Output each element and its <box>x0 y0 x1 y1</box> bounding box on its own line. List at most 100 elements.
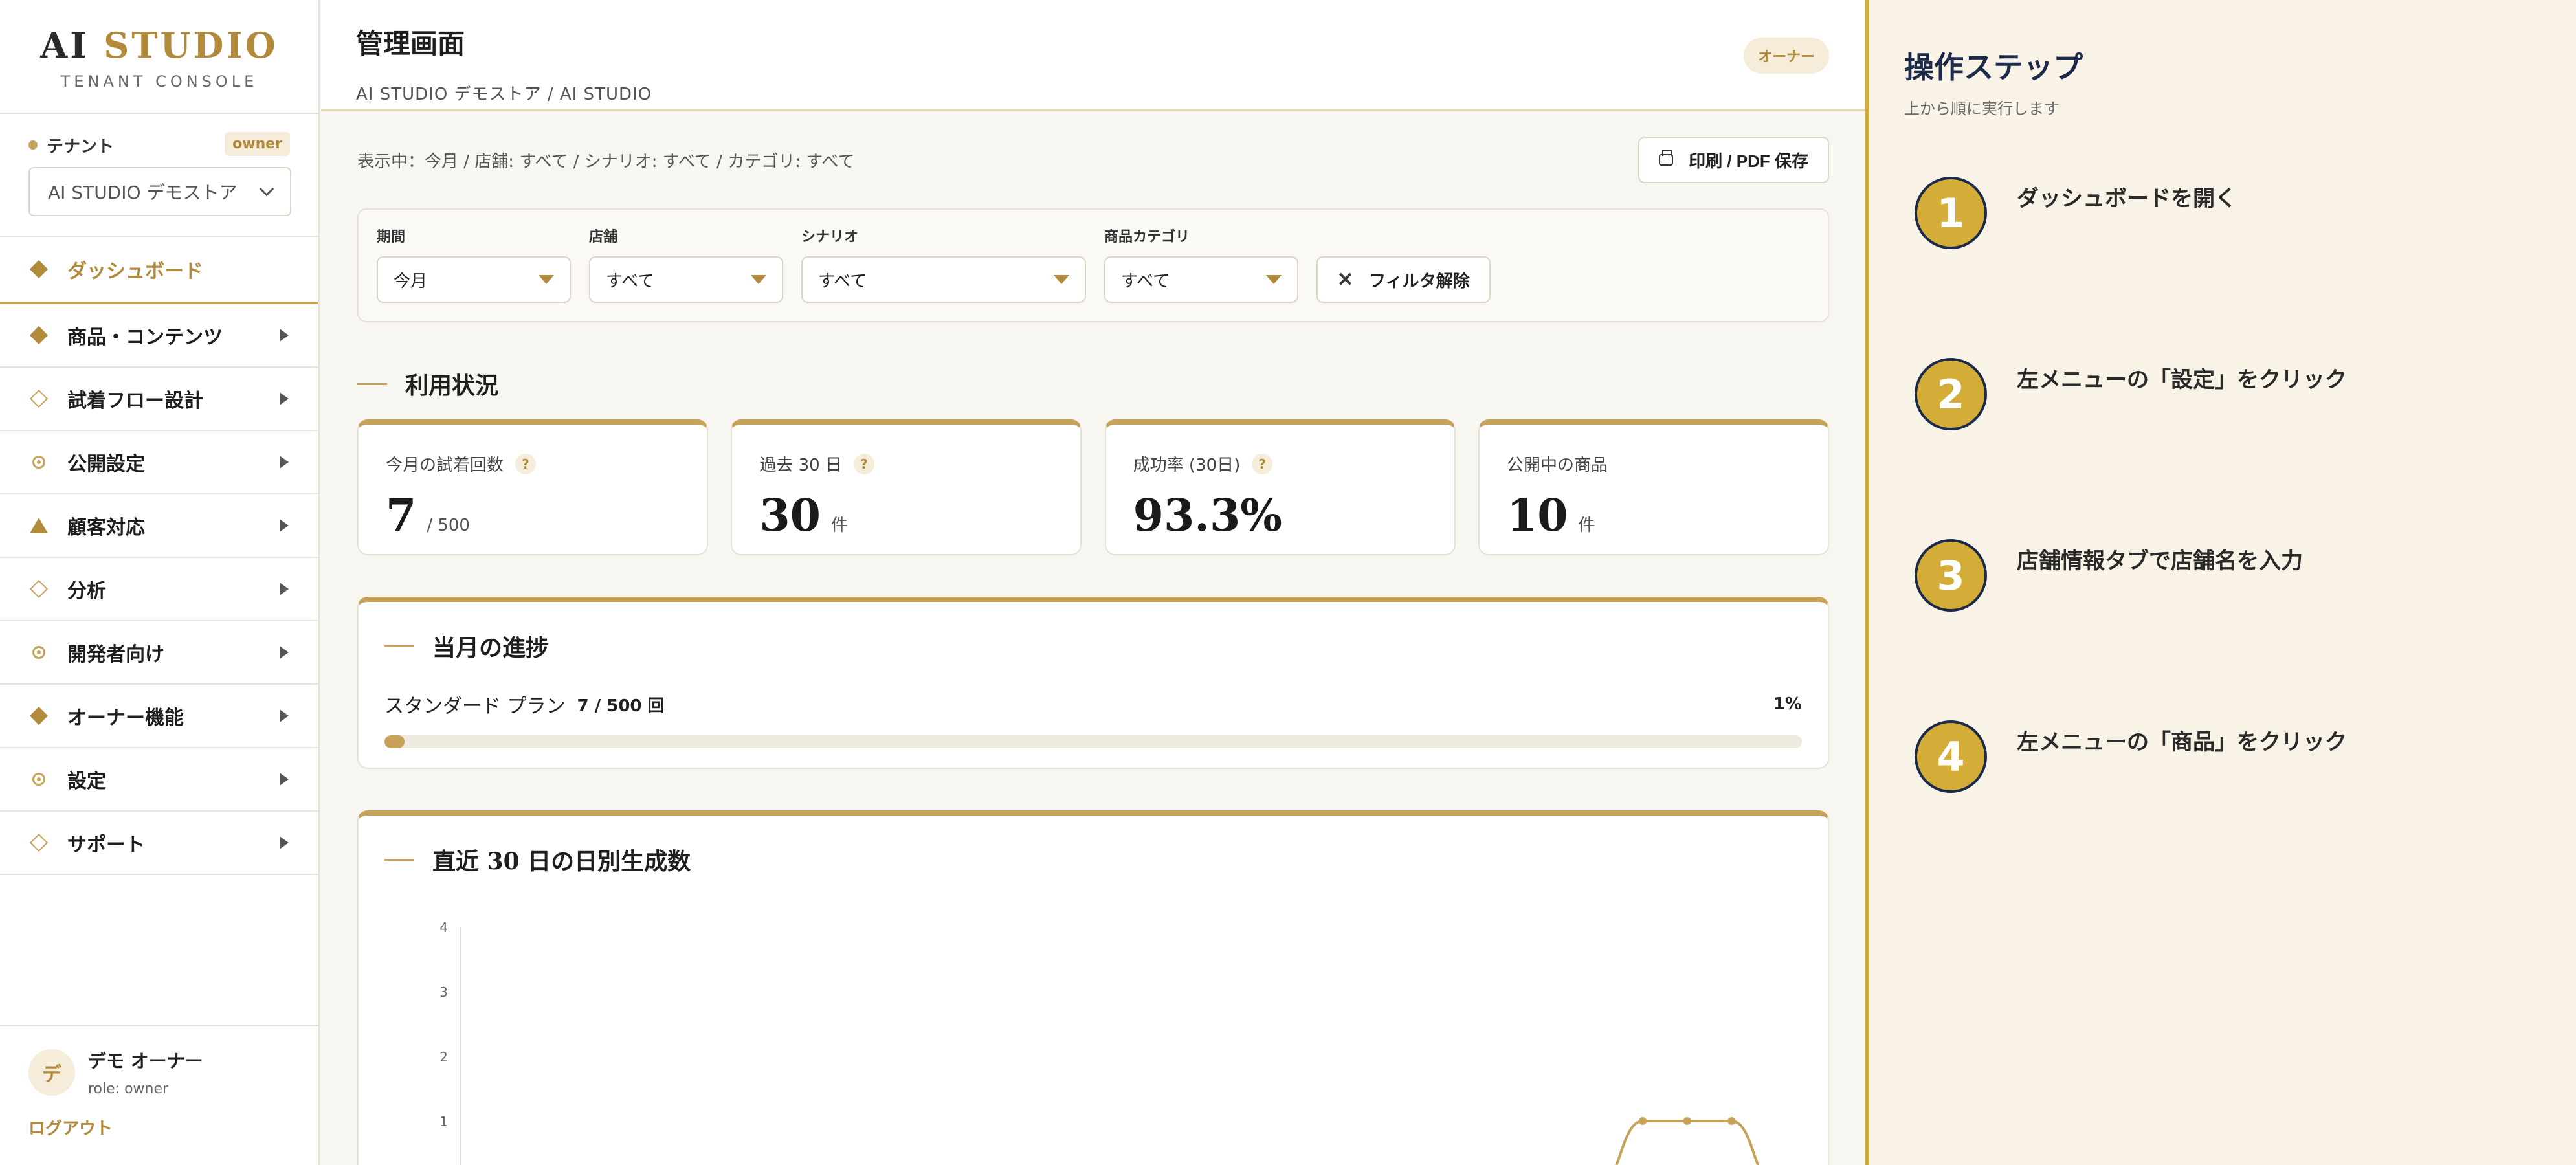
usage-section-header: 利用状況 <box>357 348 1829 419</box>
sidebar-item-4[interactable]: 顧客対応 <box>0 494 318 558</box>
stat-value-row: 30 件 <box>759 490 1053 542</box>
scenario-select-value: すべて <box>818 271 867 291</box>
section-divider <box>384 645 414 647</box>
sidebar-item-label: 公開設定 <box>67 453 145 476</box>
sidebar-item-2[interactable]: 試着フロー設計 <box>0 368 318 431</box>
sidebar-item-7[interactable]: オーナー機能 <box>0 685 318 748</box>
sidebar-item-5[interactable]: 分析 <box>0 558 318 621</box>
sidebar-item-0[interactable]: ダッシュボード <box>0 237 318 304</box>
user-block: デ デモ オーナー role: owner ログアウト <box>0 1025 320 1165</box>
step-text: 店舗情報タブで店舗名を入力 <box>2017 548 2303 574</box>
stat-label: 今月の試着回数? <box>386 452 680 476</box>
circle-dot-icon <box>30 453 48 471</box>
sidebar-item-6[interactable]: 開発者向け <box>0 621 318 685</box>
stat-label-text: 公開中の商品 <box>1506 456 1608 475</box>
scenario-select[interactable]: すべて <box>801 256 1086 303</box>
page-title: 管理画面 <box>356 28 465 60</box>
step-number-badge: 3 <box>1915 539 1987 612</box>
plan-name: スタンダード プラン <box>384 695 566 718</box>
chevron-right-icon <box>280 456 289 469</box>
chevron-right-icon <box>280 329 289 342</box>
stat-unit: / 500 <box>427 516 470 535</box>
diamond-filled-icon <box>29 260 49 279</box>
data-point[interactable] <box>1727 1117 1736 1125</box>
category-select[interactable]: すべて <box>1104 256 1298 303</box>
help-icon[interactable]: ? <box>1252 453 1273 474</box>
tenant-dot-icon <box>28 140 38 150</box>
filter-scenario-label: シナリオ <box>801 229 859 245</box>
sidebar-item-3[interactable]: 公開設定 <box>0 431 318 494</box>
stat-unit: 件 <box>1578 516 1595 535</box>
close-icon: ✕ <box>1337 269 1354 291</box>
period-select[interactable]: 今月 <box>377 256 571 303</box>
user-role: role: owner <box>88 1081 169 1097</box>
progress-bar-track <box>384 735 1802 748</box>
stat-card: 公開中の商品 10 件 <box>1478 419 1829 555</box>
tenant-section: テナント owner AI STUDIO デモストア <box>0 114 318 237</box>
tenant-select-value: AI STUDIO デモストア <box>48 182 238 203</box>
stat-label: 過去 30 日? <box>759 452 1053 476</box>
stat-value: 93.3% <box>1133 490 1282 542</box>
filter-period: 期間 今月 <box>377 225 571 303</box>
daily-line-chart: 01234 <box>439 920 1760 1165</box>
user-row: デ デモ オーナー role: owner <box>28 1047 291 1097</box>
store-select[interactable]: すべて <box>589 256 783 303</box>
y-tick-label: 1 <box>439 1114 448 1129</box>
role-badge: オーナー <box>1743 38 1829 74</box>
filter-scenario: シナリオ すべて <box>801 225 1086 303</box>
stat-value-row: 7 / 500 <box>386 490 680 542</box>
plan-info: スタンダード プラン 7 / 500 回 <box>384 690 665 718</box>
help-icon[interactable]: ? <box>515 453 537 474</box>
stat-value: 7 <box>386 490 417 542</box>
print-pdf-button[interactable]: 印刷 / PDF 保存 <box>1638 137 1829 183</box>
progress-card: 当月の進捗 スタンダード プラン 7 / 500 回 1% <box>357 597 1829 769</box>
sidebar-item-9[interactable]: サポート <box>0 812 318 875</box>
y-tick-label: 4 <box>439 920 448 935</box>
dropdown-arrow-icon <box>1266 275 1282 284</box>
logout-link[interactable]: ログアウト <box>28 1115 291 1139</box>
filter-panel: 期間 今月 店舗 すべて シナリオ すべて 商品カテゴリ すべて ✕ フィルタ解… <box>357 208 1829 322</box>
diamond-outline-icon <box>29 389 49 408</box>
owner-badge: owner <box>225 132 290 156</box>
diamond-outline-icon <box>29 579 49 599</box>
stat-label-text: 成功率 (30日) <box>1133 456 1241 475</box>
plan-count: 7 / 500 回 <box>577 696 665 716</box>
sidebar-item-label: 設定 <box>67 770 106 793</box>
triangle-icon <box>30 516 48 535</box>
period-select-value: 今月 <box>394 271 428 291</box>
chevron-right-icon <box>280 646 289 659</box>
stat-value: 10 <box>1506 490 1568 542</box>
section-divider <box>384 858 414 861</box>
category-select-value: すべて <box>1121 271 1170 291</box>
step-text: ダッシュボードを開く <box>2017 186 2237 212</box>
step-item: 4 左メニューの「商品」をクリック <box>1904 720 2541 793</box>
filter-store-label: 店舗 <box>589 229 618 245</box>
clear-filters-button[interactable]: ✕ フィルタ解除 <box>1316 256 1491 303</box>
sidebar-item-8[interactable]: 設定 <box>0 748 318 812</box>
brand-title-studio: STUDIO <box>104 25 278 66</box>
content-area: 表示中：今月 / 店舗: すべて / シナリオ: すべて / カテゴリ: すべて… <box>321 111 1865 1165</box>
stat-label-text: 今月の試着回数 <box>386 456 504 475</box>
y-tick-label: 3 <box>439 984 448 1000</box>
help-icon[interactable]: ? <box>853 453 874 474</box>
chevron-right-icon <box>280 709 289 722</box>
daily-chart-card: 直近 30 日の日別生成数 01234 <box>357 810 1829 1165</box>
step-text: 左メニューの「商品」をクリック <box>2017 729 2347 755</box>
clear-filters-label: フィルタ解除 <box>1369 271 1470 291</box>
stat-card: 過去 30 日? 30 件 <box>731 419 1082 555</box>
data-point[interactable] <box>1639 1117 1647 1125</box>
tenant-select[interactable]: AI STUDIO デモストア <box>28 167 291 216</box>
chevron-right-icon <box>280 582 289 595</box>
stat-label: 公開中の商品 <box>1507 452 1801 476</box>
tenant-label: テナント <box>47 137 115 157</box>
user-info: デモ オーナー role: owner <box>88 1047 203 1097</box>
sidebar-item-1[interactable]: 商品・コンテンツ <box>0 304 318 368</box>
steps-subtitle: 上から順に実行します <box>1904 100 2060 118</box>
chevron-right-icon <box>280 392 289 405</box>
sidebar-item-label: オーナー機能 <box>67 707 184 729</box>
filter-category-label: 商品カテゴリ <box>1104 229 1190 245</box>
brand-logo[interactable]: AI STUDIO TENANT CONSOLE <box>0 0 318 114</box>
data-point[interactable] <box>1683 1117 1691 1125</box>
page-header: 管理画面 AI STUDIO デモストア / AI STUDIO オーナー <box>321 0 1865 111</box>
main-content: 管理画面 AI STUDIO デモストア / AI STUDIO オーナー 表示… <box>321 0 1865 1165</box>
